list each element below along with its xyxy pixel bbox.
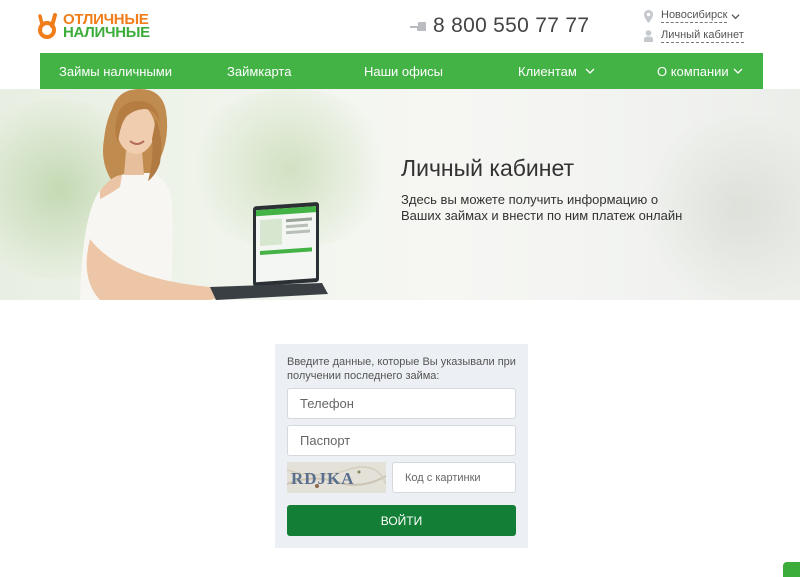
main-nav: Займы наличными Займкарта Наши офисы Кли… <box>40 53 763 89</box>
chevron-down-icon <box>585 68 595 74</box>
nav-item-label: Наши офисы <box>364 63 443 79</box>
nav-item-label: Клиентам <box>518 63 577 79</box>
phone-input[interactable] <box>287 388 516 419</box>
nav-item-about[interactable]: О компании <box>657 53 743 89</box>
city-label[interactable]: Новосибирск <box>661 9 728 23</box>
captcha-text: RDJKA <box>291 469 355 488</box>
site-header: ОТЛИЧНЫЕ НАЛИЧНЫЕ 8 800 550 77 77 Новоси… <box>0 0 800 53</box>
ok-hand-logo-icon <box>38 13 57 39</box>
nav-item-clients[interactable]: Клиентам <box>518 53 595 89</box>
nav-item-loan-card[interactable]: Займкарта <box>227 53 291 89</box>
captcha-image: RDJKA <box>287 462 386 493</box>
nav-item-label: Займкарта <box>227 63 292 79</box>
login-form: Введите данные, которые Вы указывали при… <box>275 344 528 548</box>
phone-block: 8 800 550 77 77 <box>409 14 589 38</box>
location-pin-icon <box>644 9 653 23</box>
nav-item-label: Займы наличными <box>59 63 172 79</box>
passport-input[interactable] <box>287 425 516 456</box>
chevron-down-icon <box>733 68 743 74</box>
chevron-down-icon <box>731 13 740 19</box>
login-hint: Введите данные, которые Вы указывали при… <box>287 356 516 382</box>
user-icon <box>644 30 653 42</box>
hero-banner: Личный кабинет Здесь вы можете получить … <box>0 89 800 300</box>
corner-widget-tab[interactable] <box>783 562 800 577</box>
login-submit-button[interactable]: ВОЙТИ <box>287 505 516 536</box>
woman-with-laptop-image <box>80 89 328 300</box>
captcha-input[interactable] <box>392 462 516 493</box>
city-selector[interactable]: Новосибирск <box>644 9 740 23</box>
logo[interactable]: ОТЛИЧНЫЕ НАЛИЧНЫЕ <box>38 12 150 40</box>
logo-line-2: НАЛИЧНЫЕ <box>63 24 150 41</box>
logo-wordmark: ОТЛИЧНЫЕ НАЛИЧНЫЕ <box>63 12 150 41</box>
hero-description: Здесь вы можете получить информацию о Ва… <box>401 192 683 223</box>
cabinet-link[interactable]: Личный кабинет <box>661 29 744 43</box>
phone-number[interactable]: 8 800 550 77 77 <box>433 14 589 38</box>
nav-item-loans-cash[interactable]: Займы наличными <box>59 53 172 89</box>
hand-pointing-icon <box>410 22 426 31</box>
hero-title: Личный кабинет <box>401 155 575 181</box>
nav-item-label: О компании <box>657 63 729 79</box>
nav-item-offices[interactable]: Наши офисы <box>364 53 443 89</box>
cabinet-link-block[interactable]: Личный кабинет <box>644 29 744 43</box>
